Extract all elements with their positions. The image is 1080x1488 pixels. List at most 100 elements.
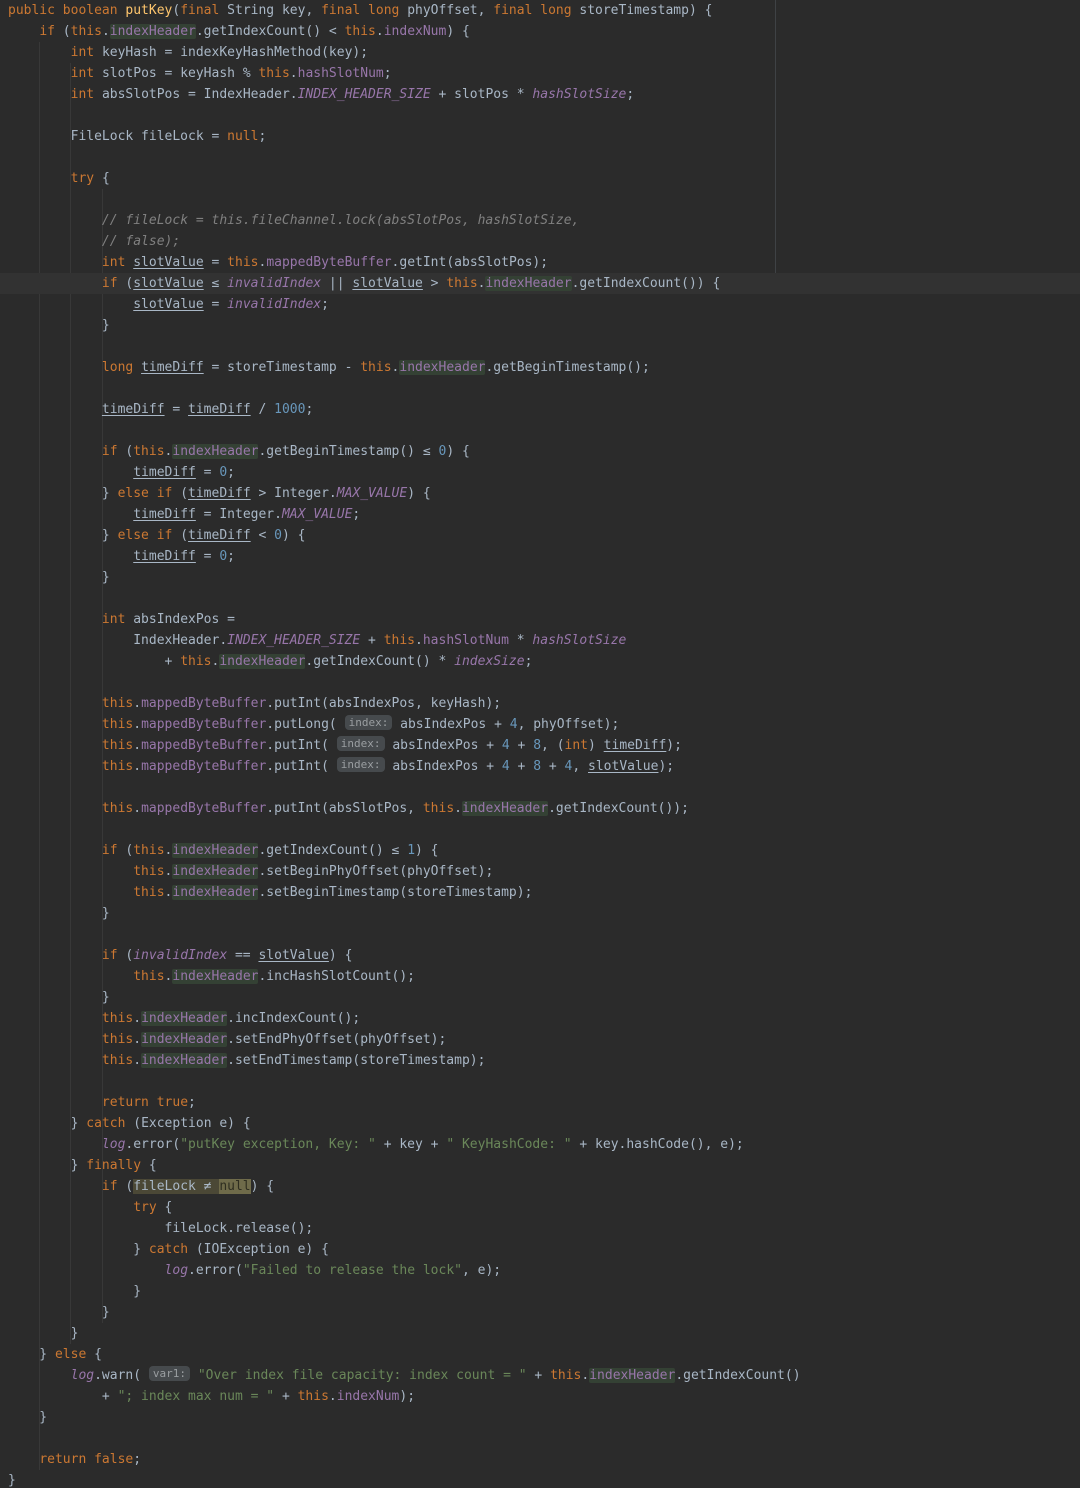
code-token-k: int [101,255,134,270]
code-line: slotValue = invalidIndex; [0,294,1080,315]
code-token-k: try [133,1200,165,1215]
code-token-p: ; [524,654,533,669]
code-token-k: null [227,129,259,144]
code-token-u: slotValue [588,759,659,774]
code-token-k: this [446,276,478,291]
code-line: } [0,1302,1080,1323]
code-token-fh: indexHeader [141,1032,228,1047]
code-token-p [8,1011,102,1026]
code-line: return false; [0,1449,1080,1470]
code-token-p [8,45,71,60]
code-editor[interactable]: public boolean putKey(final String key, … [0,0,1080,1488]
code-token-f: mappedByteBuffer [141,717,267,732]
code-token-p: = storeTimestamp - [203,360,361,375]
code-token-p: } [8,1410,48,1425]
code-token-f: hashSlotNum [422,633,509,648]
code-token-k: int [70,45,102,60]
code-line: log.error("putKey exception, Key: " + ke… [0,1134,1080,1155]
code-token-n: 0 [219,465,228,480]
code-line: this.indexHeader.incHashSlotCount(); [0,966,1080,987]
code-token-k: int [101,612,134,627]
code-token-p: . [133,717,142,732]
code-token-p: = [195,465,220,480]
code-token-sf: INDEX_HEADER_SIZE [297,87,431,102]
code-token-p [8,1032,102,1047]
code-token-fh: indexHeader [589,1368,676,1383]
code-token-sf: MAX_VALUE [281,507,353,522]
code-token-k: this [101,717,134,732]
code-token-p: = [164,402,189,417]
code-token-k: final [180,3,228,18]
code-token-p: ); [666,738,682,753]
code-token-k: this [133,885,165,900]
code-token-u: slotValue [258,948,329,963]
code-token-p: ) { [446,444,470,459]
code-token-p: ) { [407,486,431,501]
code-line: timeDiff = 0; [0,462,1080,483]
code-token-k: try [70,171,102,186]
code-line: IndexHeader.INDEX_HEADER_SIZE + this.has… [0,630,1080,651]
code-line: this.mappedByteBuffer.putInt( index: abs… [0,735,1080,756]
code-token-s: "Failed to release the lock" [242,1263,462,1278]
code-token-p: . [375,24,384,39]
code-token-p: .getBeginTimestamp() ≤ [258,444,439,459]
code-line: if (fileLock ≠ null) { [0,1176,1080,1197]
code-token-n: 4 [509,717,518,732]
code-line: this.mappedByteBuffer.putInt( index: abs… [0,756,1080,777]
code-line: this.mappedByteBuffer.putInt(absIndexPos… [0,693,1080,714]
code-token-p [8,969,133,984]
code-token-p: , phyOffset); [517,717,620,732]
code-token-k: if [101,1179,126,1194]
code-token-p: > Integer. [250,486,337,501]
code-token-sf: hashSlotSize [532,87,627,102]
code-token-k: this [101,1032,134,1047]
code-token-n: 8 [533,738,542,753]
code-token-u: timeDiff [133,549,196,564]
code-token-p: .setEndTimestamp(storeTimestamp); [227,1053,486,1068]
code-token-sf: hashSlotSize [532,633,627,648]
code-line: // false); [0,231,1080,252]
code-line: timeDiff = timeDiff / 1000; [0,399,1080,420]
code-token-p [8,255,102,270]
code-token-k: this [70,24,102,39]
code-token-k: else [54,1347,95,1362]
code-token-p: + [509,759,534,774]
code-token-k: if [101,444,126,459]
code-token-fh: indexHeader [399,360,486,375]
code-token-k: this [180,654,212,669]
code-line: } finally { [0,1155,1080,1176]
code-token-sf: INDEX_HEADER_SIZE [227,633,361,648]
code-token-s: " KeyHashCode: " [446,1137,572,1152]
code-token-p: = Integer. [195,507,282,522]
code-token-p [8,1095,102,1110]
code-line: try { [0,1197,1080,1218]
code-line: int slotValue = this.mappedByteBuffer.ge… [0,252,1080,273]
code-token-p: . [133,1032,142,1047]
code-line: } [0,315,1080,336]
code-token-k: this [101,696,134,711]
code-token-p [8,549,133,564]
code-token-p [8,276,102,291]
code-token-sf: log [70,1368,95,1383]
code-token-k: this [133,969,165,984]
code-token-k: this [383,633,416,648]
code-token-fh: indexHeader [172,843,259,858]
code-token-k: if [101,276,126,291]
code-token-p: ) [588,738,604,753]
code-token-p: absIndexPos + [392,717,510,732]
code-token-k: else if [117,528,181,543]
code-token-p: } [8,1284,142,1299]
code-token-p: { [101,171,110,186]
code-token-k: catch [86,1116,134,1131]
code-token-p: + [526,1368,551,1383]
code-token-p: ; [227,465,235,480]
code-token-p [8,1053,102,1068]
code-token-sf: MAX_VALUE [336,486,408,501]
code-token-p: , [572,759,589,774]
code-token-p: .getIndexCount()); [548,801,689,816]
code-line: } [0,1470,1080,1488]
code-token-p: absIndexPos + [384,759,502,774]
code-line: this.indexHeader.setEndPhyOffset(phyOffs… [0,1029,1080,1050]
code-token-k: final long [321,3,408,18]
